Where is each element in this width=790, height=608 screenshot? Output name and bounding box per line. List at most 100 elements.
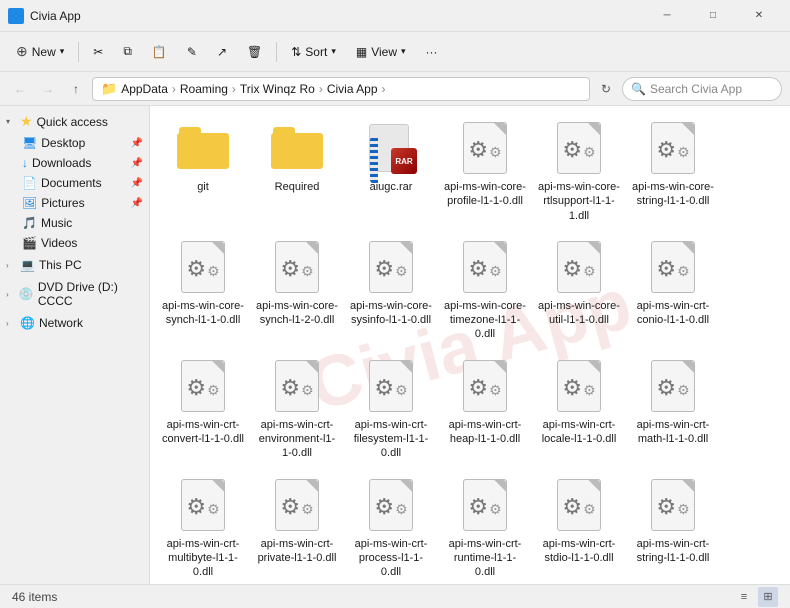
sidebar-dvd-header[interactable]: › 💿 DVD Drive (D:) CCCC [0, 277, 149, 311]
maximize-button[interactable]: □ [690, 0, 736, 32]
up-button[interactable]: ↑ [64, 77, 88, 101]
sidebar-item-desktop[interactable]: 🖥 Desktop 📌 [0, 133, 149, 153]
file-item[interactable]: ⚙⚙ api-ms-win-crt-runtime-l1-1-0.dll [440, 471, 530, 584]
delete-button[interactable]: 🗑 [239, 41, 270, 63]
file-label: api-ms-win-core-rtlsupport-l1-1-1.dll [538, 180, 620, 223]
dll-icon: ⚙⚙ [651, 479, 695, 531]
file-item[interactable]: ⚙⚙ api-ms-win-crt-stdio-l1-1-0.dll [534, 471, 624, 584]
view-chevron-icon: ▾ [401, 46, 406, 57]
file-item[interactable]: ⚙⚙ api-ms-win-core-sysinfo-l1-1-0.dll [346, 233, 436, 348]
file-label: api-ms-win-crt-process-l1-1-0.dll [350, 537, 432, 580]
downloads-icon: ↓ [22, 156, 28, 170]
this-pc-icon: 💻 [20, 258, 35, 272]
file-item[interactable]: ⚙⚙ api-ms-win-core-string-l1-1-0.dll [628, 114, 718, 229]
file-item[interactable]: ⚙⚙ api-ms-win-crt-heap-l1-1-0.dll [440, 352, 530, 467]
sidebar-item-documents[interactable]: 📄 Documents 📌 [0, 173, 149, 193]
sidebar-section-dvd: › 💿 DVD Drive (D:) CCCC [0, 277, 149, 311]
sidebar-quick-access-header[interactable]: ▾ ★ Quick access [0, 110, 149, 133]
sidebar-item-downloads[interactable]: ↓ Downloads 📌 [0, 153, 149, 173]
list-view-button[interactable]: ≡ [734, 587, 754, 607]
dll-icon: ⚙⚙ [275, 241, 319, 293]
sidebar-this-pc-header[interactable]: › 💻 This PC [0, 255, 149, 275]
file-item[interactable]: ⚙⚙ api-ms-win-crt-filesystem-l1-1-0.dll [346, 352, 436, 467]
view-button[interactable]: ▦ View ▾ [348, 41, 414, 63]
sort-button[interactable]: ⇅ Sort ▾ [283, 41, 344, 63]
file-label: api-ms-win-crt-math-l1-1-0.dll [632, 418, 714, 447]
paste-icon: 📋 [152, 45, 167, 59]
sidebar-item-pictures[interactable]: 🖼 Pictures 📌 [0, 193, 149, 213]
sidebar-network-header[interactable]: › 🌐 Network [0, 313, 149, 333]
sidebar-item-music[interactable]: 🎵 Music [0, 213, 149, 233]
search-box[interactable]: 🔍 Search Civia App [622, 77, 782, 101]
sidebar-section-network: › 🌐 Network [0, 313, 149, 333]
file-item[interactable]: ⚙⚙ api-ms-win-crt-string-l1-1-0.dll [628, 471, 718, 584]
file-item[interactable]: Required [252, 114, 342, 229]
file-icon-container [175, 120, 231, 176]
refresh-button[interactable]: ↻ [594, 77, 618, 101]
paste-button[interactable]: 📋 [144, 41, 175, 63]
file-icon-container: ⚙⚙ [645, 477, 701, 533]
file-item[interactable]: git [158, 114, 248, 229]
copy-button[interactable]: ⧉ [115, 40, 140, 63]
network-label: Network [39, 316, 83, 330]
dvd-label: DVD Drive (D:) CCCC [38, 280, 143, 308]
new-button[interactable]: ⊕ New ▾ [8, 39, 72, 64]
new-chevron-icon: ▾ [60, 46, 65, 57]
file-icon-container [269, 120, 325, 176]
minimize-button[interactable]: ─ [644, 0, 690, 32]
dll-icon: ⚙⚙ [463, 122, 507, 174]
dvd-arrow-icon: › [6, 290, 15, 299]
file-item[interactable]: ⚙⚙ api-ms-win-crt-convert-l1-1-0.dll [158, 352, 248, 467]
toolbar-separator-2 [276, 42, 277, 62]
videos-label: Videos [41, 236, 77, 250]
file-label: api-ms-win-crt-filesystem-l1-1-0.dll [350, 418, 432, 461]
path-folder-icon: 📁 [101, 81, 117, 97]
address-path[interactable]: 📁 AppData › Roaming › Trix Winqz Ro › Ci… [92, 77, 590, 101]
file-label: api-ms-win-crt-stdio-l1-1-0.dll [538, 537, 620, 566]
file-item[interactable]: ⚙⚙ api-ms-win-crt-math-l1-1-0.dll [628, 352, 718, 467]
cut-button[interactable]: ✂ [85, 41, 111, 63]
dll-icon: ⚙⚙ [369, 360, 413, 412]
file-item[interactable]: ⚙⚙ api-ms-win-crt-locale-l1-1-0.dll [534, 352, 624, 467]
documents-icon: 📄 [22, 176, 37, 190]
back-button[interactable]: ← [8, 77, 32, 101]
file-icon-container: ⚙⚙ [457, 477, 513, 533]
file-item[interactable]: ⚙⚙ api-ms-win-crt-multibyte-l1-1-0.dll [158, 471, 248, 584]
file-label: api-ms-win-core-timezone-l1-1-0.dll [444, 299, 526, 342]
file-label: api-ms-win-crt-private-l1-1-0.dll [256, 537, 338, 566]
dll-icon: ⚙⚙ [557, 479, 601, 531]
address-bar: ← → ↑ 📁 AppData › Roaming › Trix Winqz R… [0, 72, 790, 106]
share-icon: ↗ [217, 45, 227, 59]
file-icon-container: ⚙⚙ [551, 120, 607, 176]
file-item[interactable]: ⚙⚙ api-ms-win-core-rtlsupport-l1-1-1.dll [534, 114, 624, 229]
share-button[interactable]: ↗ [209, 41, 235, 63]
file-item[interactable]: ⚙⚙ api-ms-win-core-timezone-l1-1-0.dll [440, 233, 530, 348]
file-item[interactable]: ⚙⚙ api-ms-win-crt-process-l1-1-0.dll [346, 471, 436, 584]
file-item[interactable]: ⚙⚙ api-ms-win-crt-conio-l1-1-0.dll [628, 233, 718, 348]
dvd-icon: 💿 [19, 287, 34, 301]
path-sep-1: › [172, 82, 176, 96]
file-icon-container: ⚙⚙ [269, 239, 325, 295]
file-item[interactable]: ⚙⚙ api-ms-win-core-synch-l1-2-0.dll [252, 233, 342, 348]
sidebar-item-videos[interactable]: 🎬 Videos [0, 233, 149, 253]
file-item[interactable]: ⚙⚙ api-ms-win-crt-private-l1-1-0.dll [252, 471, 342, 584]
desktop-label: Desktop [41, 136, 85, 150]
search-placeholder: Search Civia App [650, 82, 742, 96]
file-item[interactable]: RAR aiugc.rar [346, 114, 436, 229]
file-icon-container: ⚙⚙ [363, 477, 419, 533]
file-item[interactable]: ⚙⚙ api-ms-win-core-synch-l1-1-0.dll [158, 233, 248, 348]
file-label: api-ms-win-crt-string-l1-1-0.dll [632, 537, 714, 566]
forward-button[interactable]: → [36, 77, 60, 101]
close-button[interactable]: ✕ [736, 0, 782, 32]
grid-view-button[interactable]: ⊞ [758, 587, 778, 607]
desktop-icon: 🖥 [22, 136, 37, 150]
file-item[interactable]: ⚙⚙ api-ms-win-core-profile-l1-1-0.dll [440, 114, 530, 229]
file-label: api-ms-win-core-sysinfo-l1-1-0.dll [350, 299, 432, 328]
sidebar: ▾ ★ Quick access 🖥 Desktop 📌 ↓ Downloads… [0, 106, 150, 584]
file-item[interactable]: ⚙⚙ api-ms-win-crt-environment-l1-1-0.dll [252, 352, 342, 467]
more-button[interactable]: ··· [418, 41, 446, 63]
file-icon-container: ⚙⚙ [269, 477, 325, 533]
rar-icon: RAR [365, 122, 417, 174]
rename-button[interactable]: ✎ [179, 41, 205, 63]
file-item[interactable]: ⚙⚙ api-ms-win-core-util-l1-1-0.dll [534, 233, 624, 348]
